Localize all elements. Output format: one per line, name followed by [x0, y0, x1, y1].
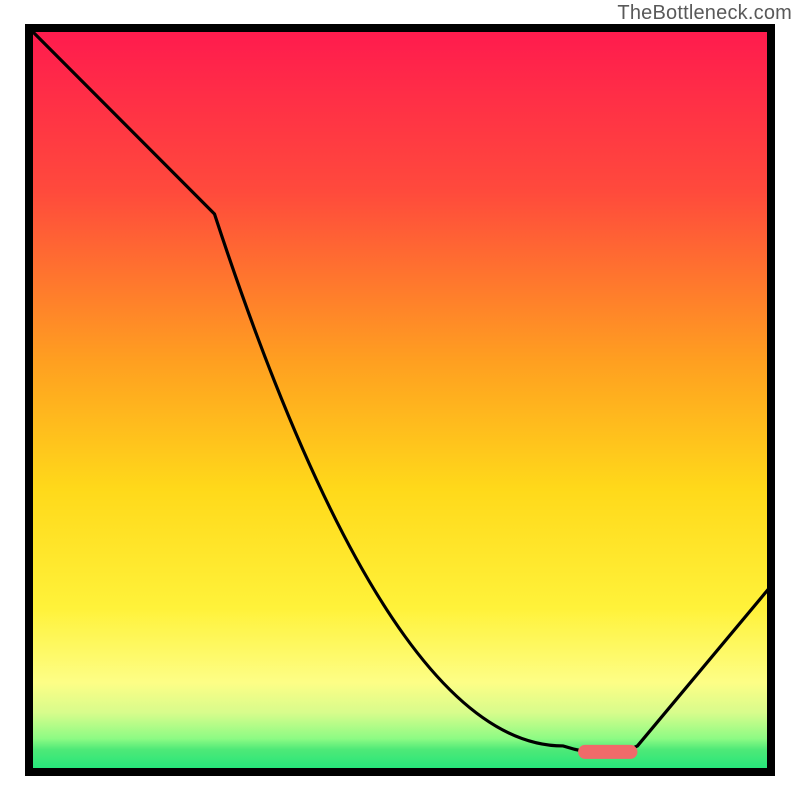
bottleneck-chart: [25, 24, 775, 776]
watermark-text: TheBottleneck.com: [617, 2, 792, 25]
chart-frame: [25, 24, 775, 776]
optimal-marker: [578, 745, 637, 759]
